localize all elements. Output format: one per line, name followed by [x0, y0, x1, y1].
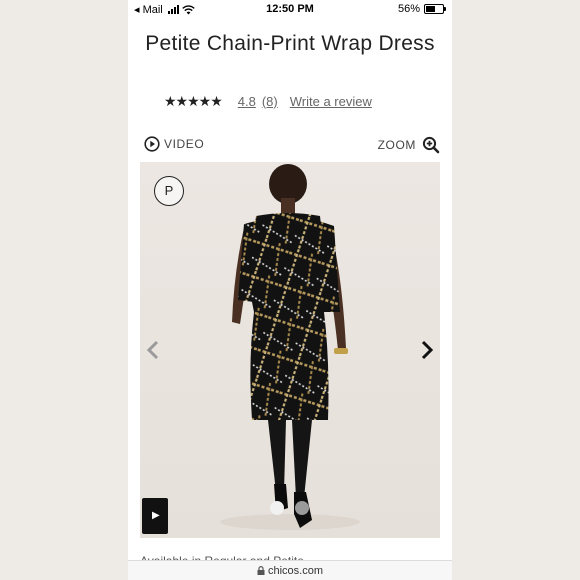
- thumbnail-toggle-button[interactable]: ▶: [142, 498, 168, 534]
- model-photo: [140, 162, 440, 538]
- next-image-button[interactable]: [420, 340, 434, 365]
- zoom-button[interactable]: ZOOM: [378, 136, 440, 154]
- status-right: 56%: [397, 3, 446, 15]
- battery-percent: 56%: [397, 3, 420, 15]
- zoom-in-icon: [422, 136, 440, 154]
- video-button[interactable]: VIDEO: [144, 136, 204, 152]
- chevron-right-icon: [421, 340, 434, 360]
- status-bar: ◂ Mail 12:50 PM 56%: [128, 0, 452, 18]
- previous-image-button[interactable]: [146, 340, 160, 365]
- chevron-left-icon: [146, 340, 159, 360]
- url-bar[interactable]: chicos.com: [128, 560, 452, 580]
- play-circle-icon: [144, 136, 160, 152]
- write-review-link[interactable]: Write a review: [290, 94, 372, 109]
- zoom-label: ZOOM: [377, 138, 416, 152]
- url-domain: chicos.com: [267, 565, 324, 577]
- lock-icon: [257, 566, 265, 575]
- media-controls: VIDEO ZOOM: [144, 136, 440, 154]
- battery-icon: [424, 4, 446, 14]
- product-title: Petite Chain-Print Wrap Dress: [145, 32, 435, 55]
- phone-screen: ◂ Mail 12:50 PM 56% Petite Chain-Print W…: [128, 0, 452, 580]
- rating-stars: ★★★★★: [164, 92, 223, 109]
- caret-right-icon: ▶: [152, 510, 160, 521]
- product-image[interactable]: P ▶: [140, 162, 440, 538]
- review-count-link[interactable]: (8): [262, 94, 278, 109]
- rating-value[interactable]: 4.8: [238, 94, 256, 109]
- rating-row: ★★★★★ 4.8 (8) Write a review: [164, 92, 372, 110]
- petite-badge: P: [154, 176, 184, 206]
- video-label: VIDEO: [164, 137, 205, 151]
